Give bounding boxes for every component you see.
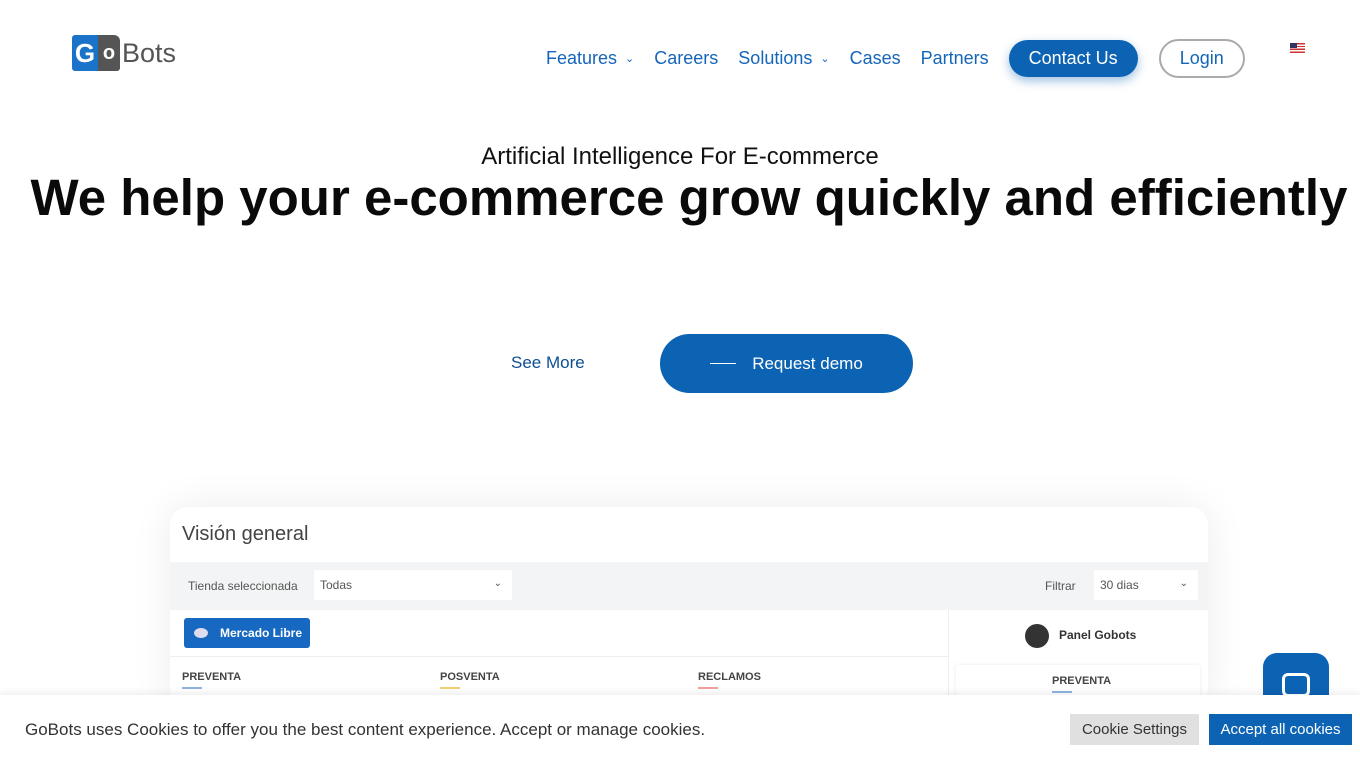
nav-label: Features	[546, 47, 618, 68]
nav-label: Partners	[920, 47, 989, 68]
chevron-down-icon: ⌄	[820, 52, 830, 65]
accept-cookies-button[interactable]: Accept all cookies	[1209, 714, 1352, 745]
see-more-link[interactable]: See More	[511, 353, 585, 373]
panel-gobots-label: Panel Gobots	[1059, 628, 1137, 642]
col-reclamos: RECLAMOS	[698, 671, 761, 689]
main-nav: Features ⌄ Careers Solutions ⌄ Cases Partn…	[546, 38, 1245, 78]
nav-partners[interactable]: Partners	[921, 48, 989, 69]
request-demo-button[interactable]: Request demo	[660, 334, 913, 393]
cookie-banner: GoBots uses Cookies to offer you the bes…	[0, 695, 1360, 764]
filter-label: Filtrar	[1045, 579, 1076, 593]
chevron-down-icon: ⌄	[625, 52, 635, 65]
underline	[182, 687, 202, 689]
underline	[1052, 691, 1072, 693]
col-posventa: POSVENTA	[440, 671, 500, 689]
divider	[170, 656, 948, 657]
us-flag-icon[interactable]	[1290, 43, 1305, 53]
store-label: Tienda seleccionada	[188, 579, 298, 593]
underline	[440, 687, 460, 689]
dash-icon	[710, 363, 737, 364]
hero-title: We help your e-commerce grow quickly and…	[30, 169, 1348, 226]
gobots-robot-icon	[1025, 624, 1049, 648]
gobots-logo[interactable]: G o Bots	[72, 35, 176, 71]
nav-label: Cases	[849, 47, 901, 68]
cookie-text: GoBots uses Cookies to offer you the bes…	[25, 720, 706, 739]
dashboard-preview: Visión general Tienda seleccionada Todas…	[170, 507, 1208, 707]
col-label: PREVENTA	[1052, 675, 1112, 687]
nav-label: Careers	[654, 47, 719, 68]
col-label: RECLAMOS	[698, 671, 761, 683]
chat-bubble-icon	[1282, 672, 1310, 697]
nav-solutions[interactable]: Solutions ⌄	[738, 48, 829, 69]
chevron-down-icon: ⌄	[493, 578, 502, 589]
cookie-settings-button[interactable]: Cookie Settings	[1070, 714, 1199, 745]
chevron-down-icon: ⌄	[1179, 578, 1188, 589]
hero-subtitle: Artificial Intelligence For E-commerce	[481, 143, 879, 170]
request-demo-label: Request demo	[752, 353, 863, 373]
logo-bots: Bots	[122, 37, 177, 68]
dashboard-title: Visión general	[182, 523, 309, 545]
login-button[interactable]: Login	[1158, 38, 1245, 78]
nav-label: Solutions	[738, 47, 813, 68]
filter-bar: Tienda seleccionada Todas ⌄ Filtrar 30 di…	[170, 562, 1208, 610]
nav-features[interactable]: Features ⌄	[546, 48, 634, 69]
store-value: Todas	[320, 578, 353, 592]
underline	[698, 687, 718, 689]
mercado-libre-button[interactable]: Mercado Libre	[184, 618, 311, 648]
filter-select[interactable]: 30 dias ⌄	[1094, 570, 1198, 600]
filter-value: 30 dias	[1100, 578, 1139, 592]
logo-o: o	[98, 35, 120, 71]
col-label: PREVENTA	[182, 671, 242, 683]
logo-g: G	[72, 35, 98, 71]
nav-cases[interactable]: Cases	[850, 48, 901, 69]
nav-careers[interactable]: Careers	[654, 48, 718, 69]
col-preventa: PREVENTA	[182, 671, 241, 689]
contact-us-button[interactable]: Contact Us	[1008, 39, 1138, 77]
col-label: POSVENTA	[440, 671, 500, 683]
side-preventa: PREVENTA	[1052, 675, 1111, 693]
store-select[interactable]: Todas ⌄	[314, 570, 512, 600]
